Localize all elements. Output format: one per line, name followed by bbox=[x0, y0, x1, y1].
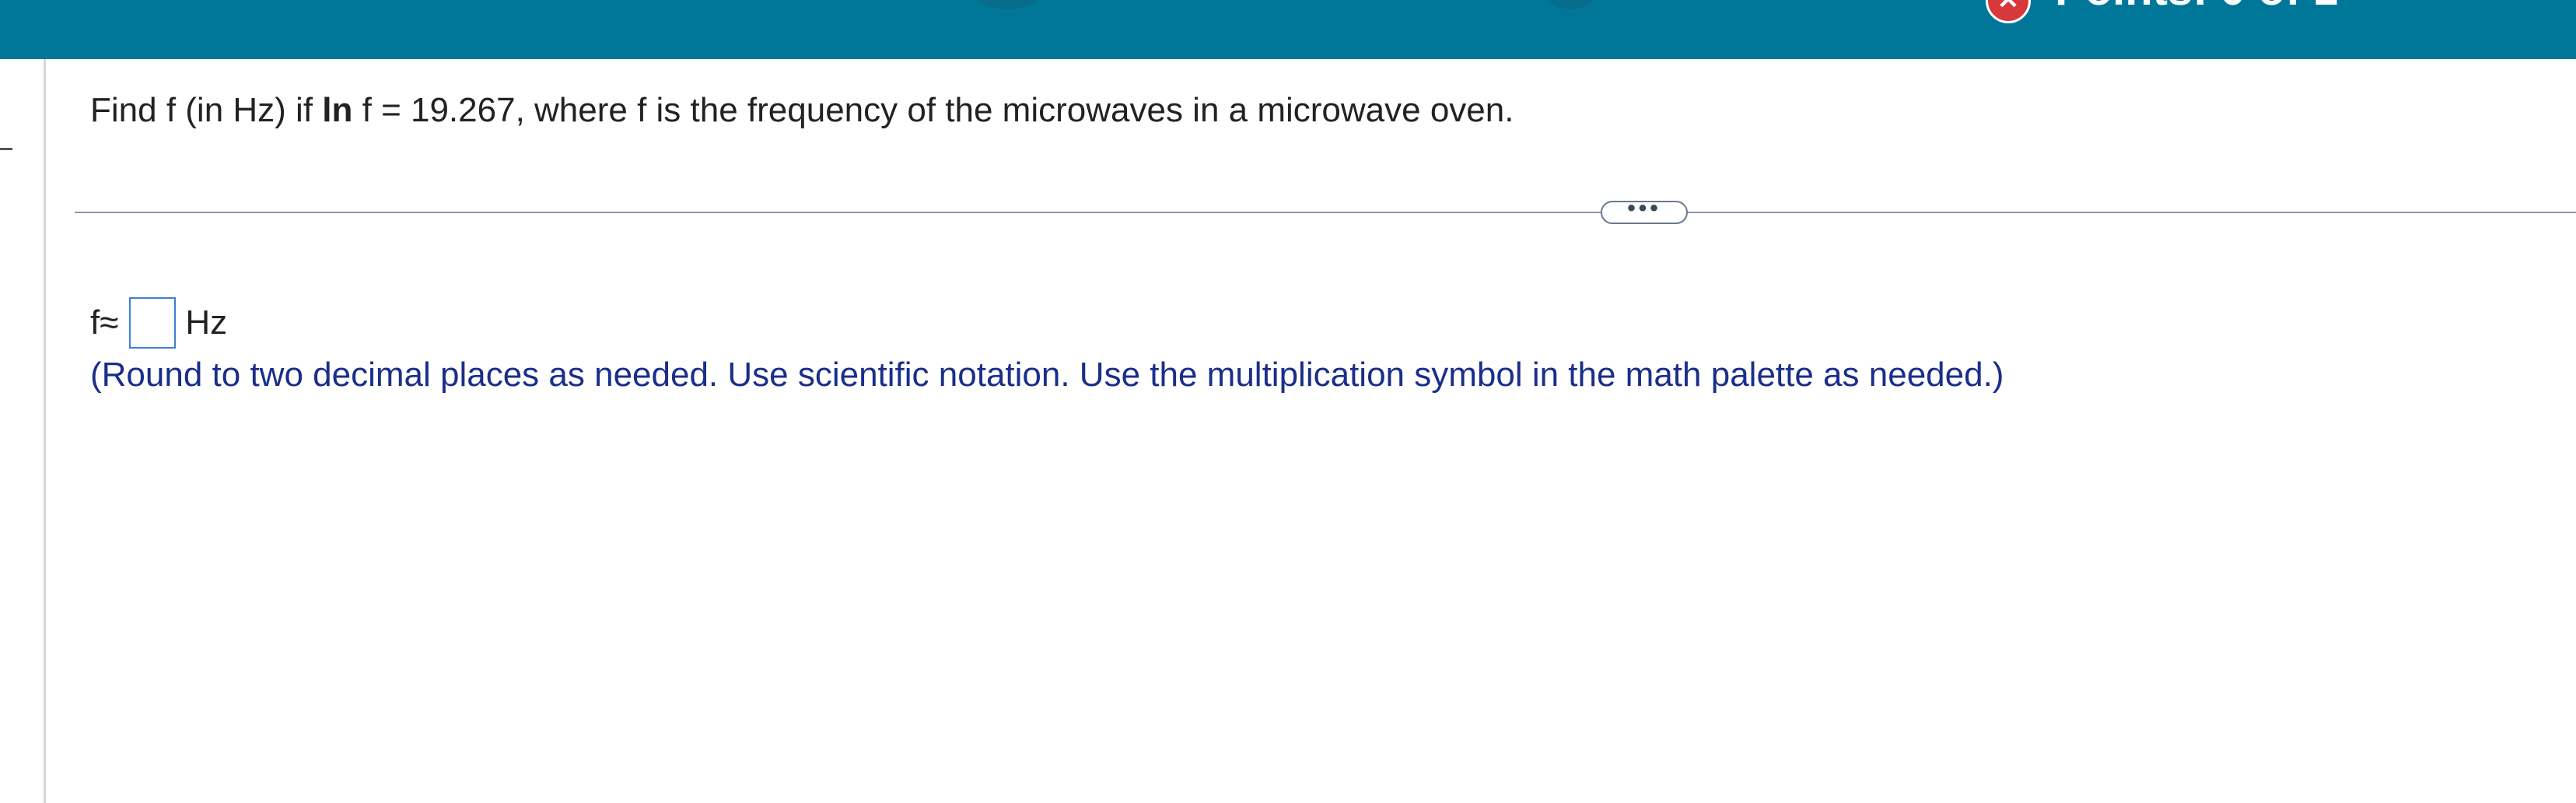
instruction-text: (Round to two decimal places as needed. … bbox=[90, 356, 2004, 394]
question-function: ln bbox=[322, 91, 353, 129]
left-panel-tick bbox=[0, 148, 12, 150]
answer-prefix: f≈ bbox=[90, 303, 119, 342]
answer-input[interactable] bbox=[129, 297, 177, 349]
answer-unit: Hz bbox=[185, 303, 228, 342]
question-expression: f = 19.267, where f is the frequency of … bbox=[352, 91, 1514, 129]
header-decoration bbox=[1544, 0, 1598, 9]
question-text: Find f (in Hz) if ln f = 19.267, where f… bbox=[90, 87, 1514, 134]
top-header-bar: ✕ Points: 0 of 1 bbox=[0, 0, 2576, 59]
section-separator bbox=[75, 212, 2576, 213]
x-circle-icon: ✕ bbox=[1986, 0, 2031, 23]
question-prefix: Find f (in Hz) if bbox=[90, 91, 323, 129]
points-score: Points: 0 of 1 bbox=[2055, 0, 2338, 12]
answer-row: f≈ Hz bbox=[90, 297, 227, 349]
expand-button[interactable]: ••• bbox=[1601, 197, 1688, 224]
left-panel-divider bbox=[44, 59, 46, 803]
header-decoration bbox=[972, 0, 1042, 9]
